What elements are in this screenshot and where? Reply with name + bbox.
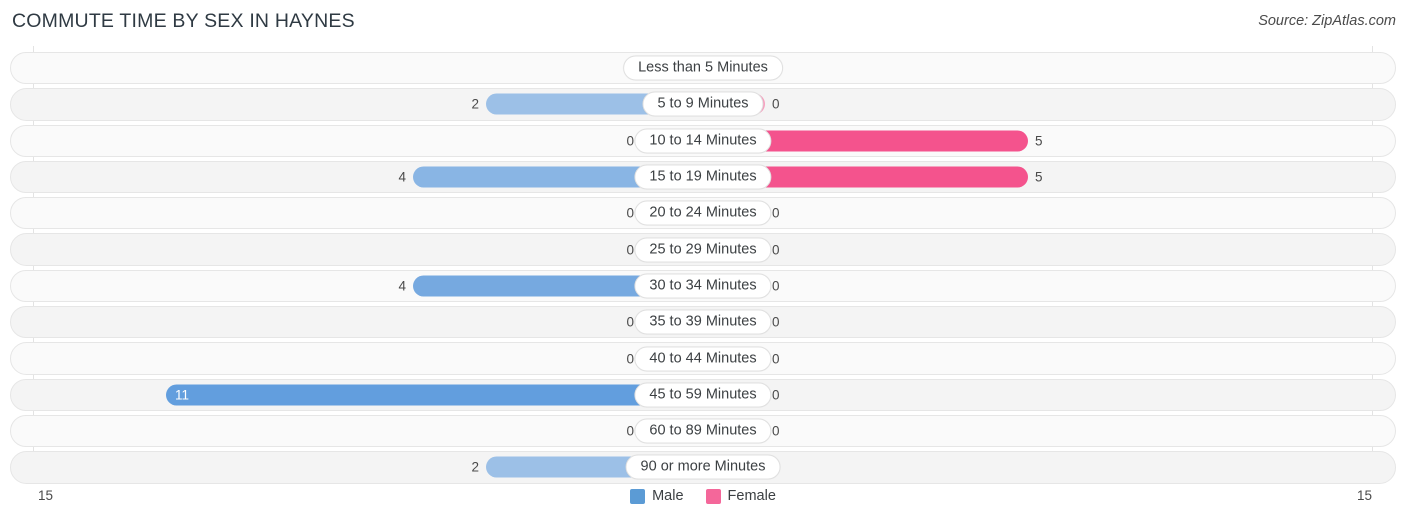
bar-male[interactable]: 11 (166, 384, 703, 406)
category-label-pill: 30 to 34 Minutes (634, 273, 772, 299)
bar-value-female: 0 (772, 278, 780, 294)
chart-row: 0 0 40 to 44 Minutes (0, 340, 1406, 376)
bar-value-male: 0 (626, 314, 634, 330)
chart-row: 4 0 30 to 34 Minutes (0, 268, 1406, 304)
bar-value-female: 0 (772, 423, 780, 439)
legend-item-female[interactable]: Female (705, 488, 776, 504)
chart-row: 0 0 60 to 89 Minutes (0, 413, 1406, 449)
category-label-pill: 5 to 9 Minutes (642, 91, 764, 117)
category-label-pill: 60 to 89 Minutes (634, 418, 772, 444)
category-label-pill: 20 to 24 Minutes (634, 200, 772, 226)
category-label-pill: 40 to 44 Minutes (634, 346, 772, 372)
bar-value-male: 0 (626, 242, 634, 258)
source-attribution: Source: ZipAtlas.com (1258, 13, 1396, 29)
category-label-pill: 25 to 29 Minutes (634, 237, 772, 263)
bar-value-female: 0 (772, 242, 780, 258)
category-label-pill: 90 or more Minutes (625, 454, 781, 480)
bar-value-female: 0 (772, 205, 780, 221)
category-label-pill: 10 to 14 Minutes (634, 128, 772, 154)
bar-value-male: 0 (626, 351, 634, 367)
bar-value-male: 11 (175, 387, 190, 403)
category-label-pill: 45 to 59 Minutes (634, 382, 772, 408)
bar-value-female: 0 (772, 351, 780, 367)
bar-value-male: 0 (626, 133, 634, 149)
chart-row: 0 0 20 to 24 Minutes (0, 195, 1406, 231)
legend-label-male: Male (652, 488, 684, 504)
chart-plot-area: 00Less than 5 Minutes205 to 9 Minutes051… (0, 46, 1406, 486)
chart-legend: Male Female (0, 488, 1406, 504)
bar-value-female: 5 (1035, 169, 1043, 185)
page-title: COMMUTE TIME BY SEX IN HAYNES (12, 10, 355, 32)
category-label-pill: Less than 5 Minutes (623, 55, 783, 81)
chart-row: 0 0 35 to 39 Minutes (0, 304, 1406, 340)
chart-row: 11 0 45 to 59 Minutes (0, 377, 1406, 413)
chart-row: 2090 or more Minutes (0, 449, 1406, 485)
legend-item-male[interactable]: Male (630, 488, 684, 504)
bar-value-male: 4 (398, 169, 406, 185)
chart-row: 4 5 15 to 19 Minutes (0, 159, 1406, 195)
bar-value-female: 5 (1035, 133, 1043, 149)
bar-value-female: 0 (772, 96, 780, 112)
category-label-pill: 15 to 19 Minutes (634, 164, 772, 190)
bar-value-male: 2 (471, 459, 479, 475)
legend-swatch-male-icon (630, 488, 646, 504)
category-label-pill: 35 to 39 Minutes (634, 309, 772, 335)
chart-rows: 00Less than 5 Minutes205 to 9 Minutes051… (0, 50, 1406, 486)
bar-value-female: 0 (772, 387, 780, 403)
legend-label-female: Female (727, 488, 776, 504)
chart-row: 0 0 25 to 29 Minutes (0, 231, 1406, 267)
bar-value-male: 4 (398, 278, 406, 294)
chart-row: 00Less than 5 Minutes (0, 50, 1406, 86)
bar-value-male: 0 (626, 205, 634, 221)
bar-value-female: 0 (772, 314, 780, 330)
legend-swatch-female-icon (705, 488, 721, 504)
chart-footer: 15 15 Male Female (0, 483, 1406, 523)
bar-value-male: 0 (626, 423, 634, 439)
chart-row: 0 5 10 to 14 Minutes (0, 123, 1406, 159)
chart-row: 2 0 5 to 9 Minutes (0, 86, 1406, 122)
bar-value-male: 2 (471, 96, 479, 112)
chart-header: COMMUTE TIME BY SEX IN HAYNES Source: Zi… (0, 0, 1406, 46)
